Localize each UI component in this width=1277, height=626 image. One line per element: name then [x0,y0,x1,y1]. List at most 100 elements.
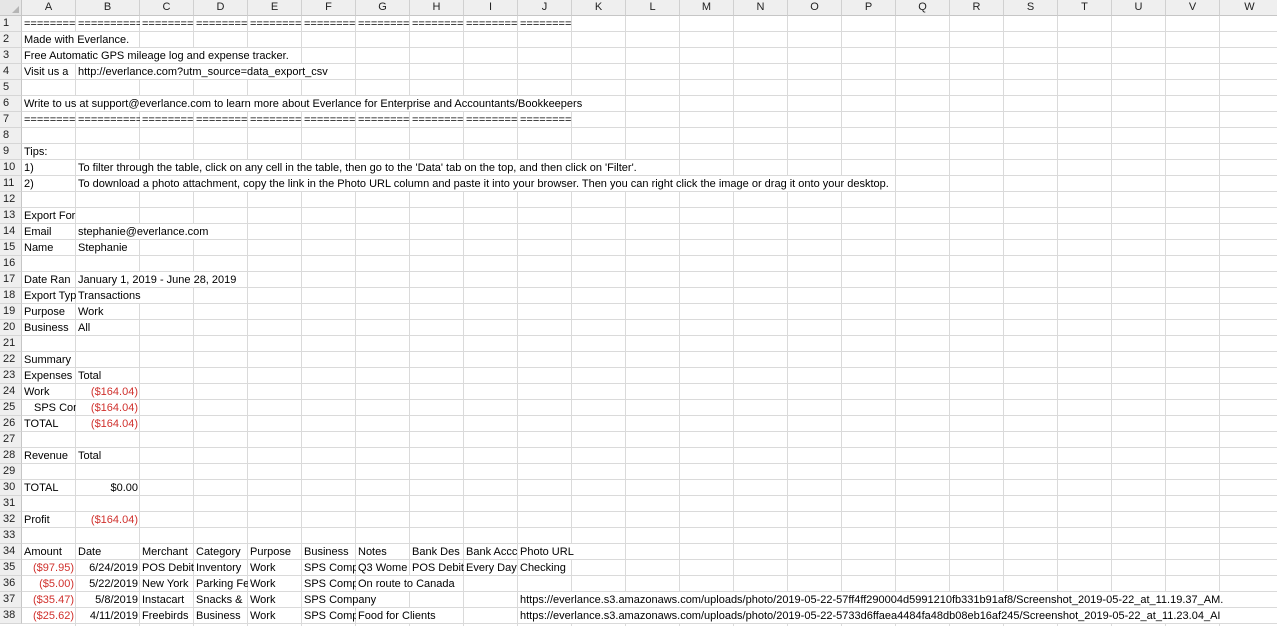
column-header-e[interactable]: E [248,0,302,16]
category-cell[interactable]: Business [194,608,248,624]
email-label-cell[interactable]: Email [22,224,76,240]
category-cell[interactable]: Snacks & [194,592,248,608]
table-header-notes[interactable]: Notes [356,544,410,560]
separator-cell[interactable]: ========= [194,16,248,32]
separator-cell[interactable]: ========= [140,112,194,128]
bank-account-cell[interactable]: Every Day [464,560,518,576]
column-header-p[interactable]: P [842,0,896,16]
separator-cell[interactable]: ========= [464,16,518,32]
purpose-cell[interactable]: Work [248,592,302,608]
separator-cell[interactable]: ========= [140,16,194,32]
separator-cell[interactable]: ========== [76,16,140,32]
revenue-total-label-cell[interactable]: TOTAL [22,480,76,496]
photo-url-cell[interactable]: https://everlance.s3.amazonaws.com/uploa… [518,592,1226,607]
spreadsheet[interactable]: ABCDEFGHIJKLMNOPQRSTUVW 1 2 3 4 5 6 7 8 9 10 11 12 1… [0,0,1277,626]
separator-cell[interactable]: ========= [22,16,76,32]
name-label-cell[interactable]: Name [22,240,76,256]
column-header-m[interactable]: M [680,0,734,16]
column-header-q[interactable]: Q [896,0,950,16]
amount-cell[interactable]: ($97.95) [22,560,76,576]
column-header-j[interactable]: J [518,0,572,16]
column-header-g[interactable]: G [356,0,410,16]
row-header-30[interactable]: 30 [0,480,22,496]
column-header-l[interactable]: L [626,0,680,16]
total-value-cell[interactable]: ($164.04) [76,416,140,432]
row-header-14[interactable]: 14 [0,224,22,240]
row-header-37[interactable]: 37 [0,592,22,608]
export-type-label-cell[interactable]: Export Typ [22,288,76,304]
purpose-cell[interactable]: Work [248,608,302,624]
row-header-15[interactable]: 15 [0,240,22,256]
sps-total-cell[interactable]: ($164.04) [76,400,140,416]
date-range-value-cell[interactable]: January 1, 2019 - June 28, 2019 [76,272,239,287]
bank-desc-cell[interactable]: POS Debit [410,560,464,576]
row-header-3[interactable]: 3 [0,48,22,64]
column-header-h[interactable]: H [410,0,464,16]
date-cell[interactable]: 6/24/2019 [76,560,140,576]
row-header-6[interactable]: 6 [0,96,22,112]
business-label-cell[interactable]: Business [22,320,76,336]
date-cell[interactable]: 4/11/2019 [76,608,140,624]
contact-cell[interactable]: Write to us at support@everlance.com to … [22,96,585,111]
export-for-cell[interactable]: Export For [22,208,76,224]
sps-label-cell[interactable]: SPS Con [22,400,76,416]
table-header-purpose[interactable]: Purpose [248,544,302,560]
row-header-38[interactable]: 38 [0,608,22,624]
revenue-total-header-cell[interactable]: Total [76,448,140,464]
work-label-cell[interactable]: Work [22,384,76,400]
separator-cell[interactable]: ========== [76,112,140,128]
notes-cell[interactable]: On route to Canada [356,576,457,591]
column-header-k[interactable]: K [572,0,626,16]
column-header-o[interactable]: O [788,0,842,16]
row-header-1[interactable]: 1 [0,16,22,32]
notes-cell[interactable]: Q3 Wome [356,560,410,576]
row-header-32[interactable]: 32 [0,512,22,528]
row-header-16[interactable]: 16 [0,256,22,272]
row-header-12[interactable]: 12 [0,192,22,208]
business-cell[interactable]: SPS Comp [302,560,356,576]
select-all-corner[interactable] [0,0,22,16]
separator-cell[interactable]: ========= [410,112,464,128]
column-header-c[interactable]: C [140,0,194,16]
row-header-28[interactable]: 28 [0,448,22,464]
row-header-26[interactable]: 26 [0,416,22,432]
column-header-n[interactable]: N [734,0,788,16]
name-value-cell[interactable]: Stephanie [76,240,140,256]
column-header-s[interactable]: S [1004,0,1058,16]
profit-label-cell[interactable]: Profit [22,512,76,528]
summary-title-cell[interactable]: Summary [22,352,76,368]
tagline-cell[interactable]: Free Automatic GPS mileage log and expen… [22,48,291,63]
profit-value-cell[interactable]: ($164.04) [76,512,140,528]
date-cell[interactable]: 5/8/2019 [76,592,140,608]
separator-cell[interactable]: ========= [356,112,410,128]
business-cell[interactable]: SPS Company [302,592,379,607]
business-cell[interactable]: SPS Comp [302,576,356,592]
date-range-label-cell[interactable]: Date Ran [22,272,76,288]
row-header-17[interactable]: 17 [0,272,22,288]
table-header-merchant[interactable]: Merchant [140,544,194,560]
amount-cell[interactable]: ($35.47) [22,592,76,608]
purpose-cell[interactable]: Work [248,576,302,592]
table-header-date[interactable]: Date [76,544,140,560]
row-header-11[interactable]: 11 [0,176,22,192]
revenue-total-value-cell[interactable]: $0.00 [76,480,140,496]
total-header-cell[interactable]: Total [76,368,140,384]
row-header-9[interactable]: 9 [0,144,22,160]
row-header-29[interactable]: 29 [0,464,22,480]
email-value-cell[interactable]: stephanie@everlance.com [76,224,211,239]
purpose-value-cell[interactable]: Work [76,304,140,320]
row-header-13[interactable]: 13 [0,208,22,224]
row-header-23[interactable]: 23 [0,368,22,384]
work-total-cell[interactable]: ($164.04) [76,384,140,400]
column-header-b[interactable]: B [76,0,140,16]
row-header-4[interactable]: 4 [0,64,22,80]
separator-cell[interactable]: ========== [518,112,572,128]
table-header-bank-account[interactable]: Bank Accc [464,544,518,560]
date-cell[interactable]: 5/22/2019 [76,576,140,592]
column-header-w[interactable]: W [1220,0,1277,16]
visit-label-cell[interactable]: Visit us a [22,64,76,80]
table-header-amount[interactable]: Amount [22,544,76,560]
separator-cell[interactable]: ========== [518,16,572,32]
column-header-f[interactable]: F [302,0,356,16]
merchant-cell[interactable]: Freebirds [140,608,194,624]
